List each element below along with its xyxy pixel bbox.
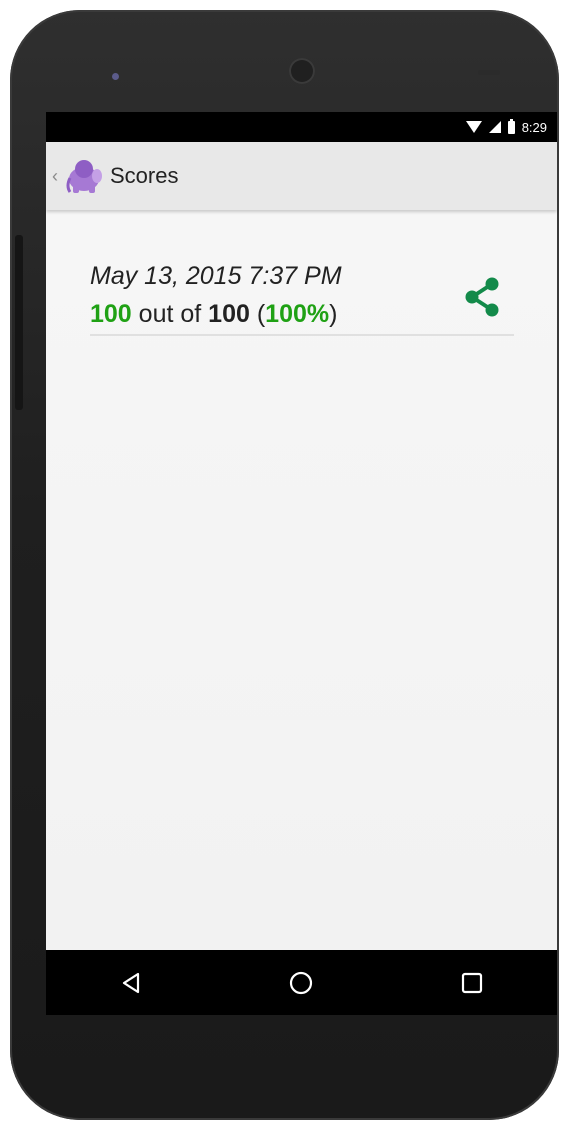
status-bar: 8:29 [46,112,557,142]
chevron-left-icon[interactable]: ‹ [52,166,62,187]
score-value: 100 [90,300,132,328]
close-paren: ) [329,300,338,328]
battery-icon [507,118,515,134]
score-summary: 100 out of 100 (100%) [90,300,337,329]
front-sensor-dot [112,73,119,80]
out-of-label: out of [131,300,209,328]
proximity-sensor [478,70,500,75]
share-icon[interactable] [460,274,504,320]
score-percent: 100% [265,300,330,328]
score-date: May 13, 2015 7:37 PM [90,262,342,290]
score-total: 100 [208,300,250,328]
wifi-icon [465,121,482,133]
list-item[interactable]: May 13, 2015 7:37 PM 100 out of 100 (100… [90,256,514,336]
navigation-bar [46,950,557,1015]
side-button [15,235,23,410]
signal-icon [488,121,501,133]
screen: 8:29 ‹ Scores May 13, 2015 7:37 PM 100 o… [46,112,557,1015]
home-icon[interactable] [271,958,331,1008]
phone-frame: 8:29 ‹ Scores May 13, 2015 7:37 PM 100 o… [10,10,559,1120]
action-bar: ‹ Scores [46,142,557,210]
status-time: 8:29 [521,119,547,135]
back-icon[interactable] [101,958,161,1008]
page-title: Scores [110,163,179,188]
elephant-icon[interactable] [64,156,104,196]
recents-icon[interactable] [442,958,502,1008]
front-camera [289,58,315,84]
open-paren: ( [249,300,266,328]
scores-list: May 13, 2015 7:37 PM 100 out of 100 (100… [46,210,557,950]
